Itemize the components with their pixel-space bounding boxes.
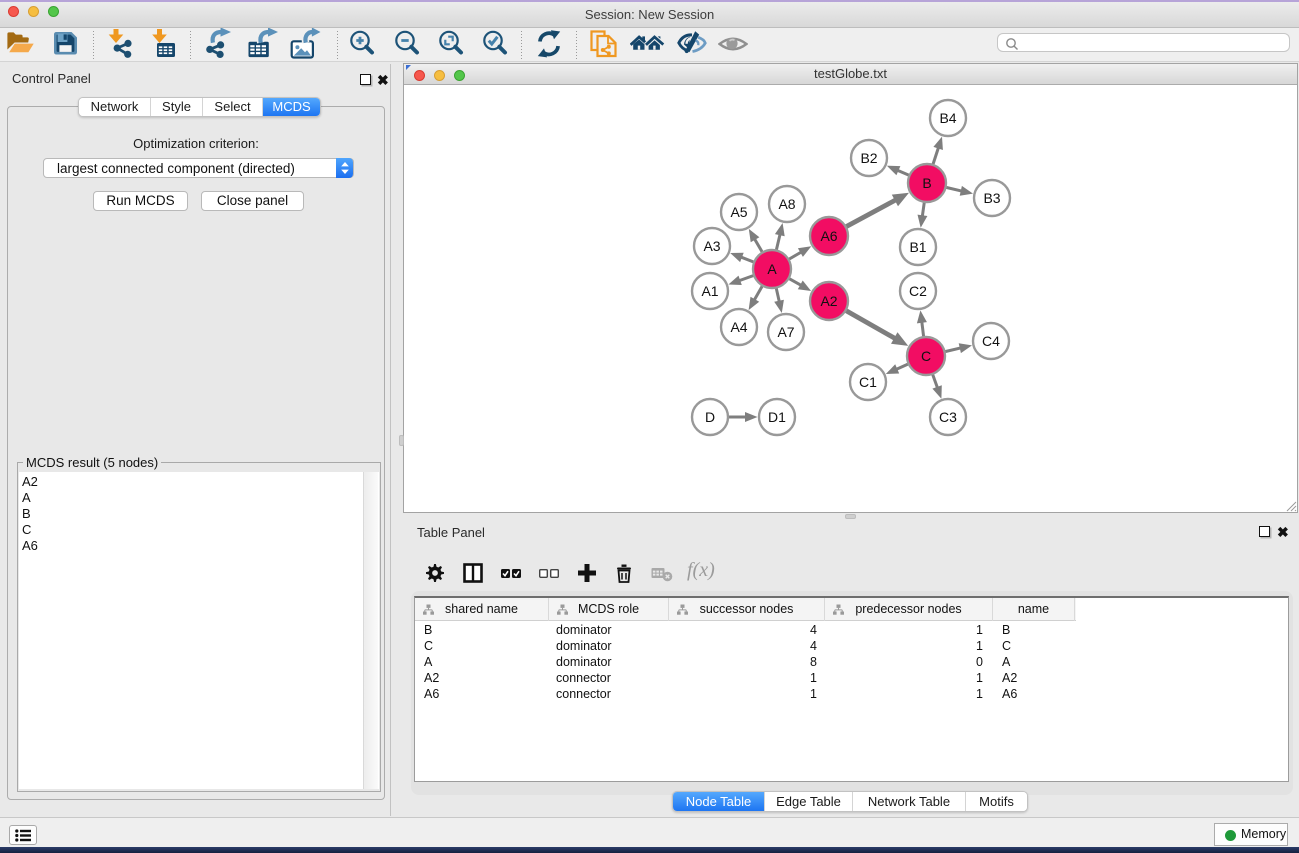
svg-text:B2: B2 bbox=[860, 150, 877, 166]
svg-text:C: C bbox=[921, 348, 931, 364]
svg-text:A1: A1 bbox=[701, 283, 718, 299]
svg-text:A7: A7 bbox=[777, 324, 794, 340]
svg-text:A8: A8 bbox=[778, 196, 795, 212]
svg-text:A2: A2 bbox=[820, 293, 837, 309]
svg-text:A: A bbox=[767, 261, 777, 277]
svg-text:A3: A3 bbox=[703, 238, 720, 254]
svg-text:D: D bbox=[705, 409, 715, 425]
svg-text:C2: C2 bbox=[909, 283, 927, 299]
svg-text:B3: B3 bbox=[983, 190, 1000, 206]
svg-text:A6: A6 bbox=[820, 228, 837, 244]
svg-text:A4: A4 bbox=[730, 319, 747, 335]
svg-text:C3: C3 bbox=[939, 409, 957, 425]
svg-text:A5: A5 bbox=[730, 204, 747, 220]
svg-text:B: B bbox=[922, 175, 931, 191]
svg-text:B4: B4 bbox=[939, 110, 956, 126]
svg-text:C4: C4 bbox=[982, 333, 1000, 349]
svg-text:B1: B1 bbox=[909, 239, 926, 255]
svg-text:D1: D1 bbox=[768, 409, 786, 425]
svg-text:C1: C1 bbox=[859, 374, 877, 390]
